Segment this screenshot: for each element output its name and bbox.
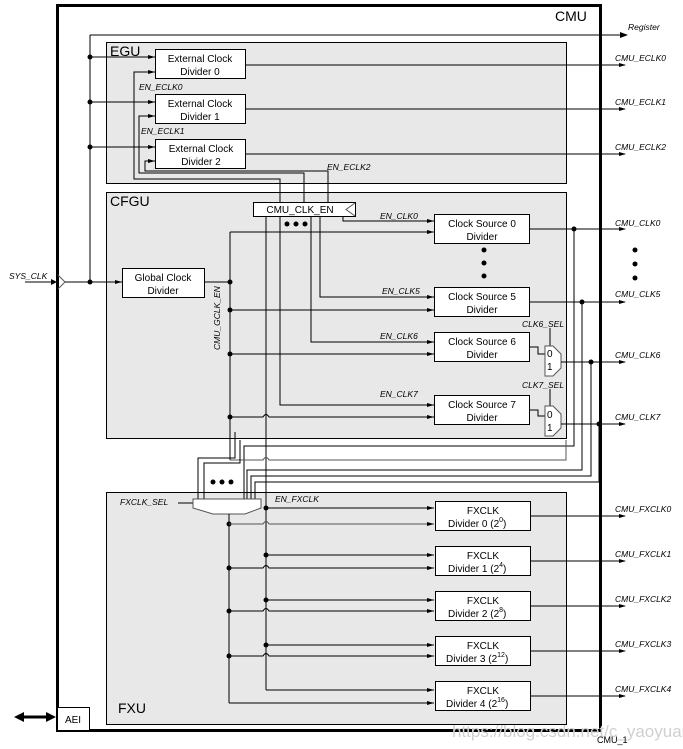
cfgu-label: CFGU — [110, 193, 150, 209]
en-clk0-label: EN_CLK0 — [380, 211, 418, 221]
svg-text:Clock Source 6: Clock Source 6 — [448, 337, 516, 348]
svg-text:Clock Source 5: Clock Source 5 — [448, 292, 516, 303]
svg-text:FXCLK: FXCLK — [467, 686, 500, 697]
en-clk7-label: EN_CLK7 — [380, 389, 418, 399]
svg-text:External Clock: External Clock — [168, 54, 233, 65]
svg-text:Divider: Divider — [466, 232, 498, 243]
svg-text:Divider 2 (28): Divider 2 (28) — [448, 607, 506, 620]
fxclk-divider-4: FXCLK Divider 4 (216) — [435, 681, 531, 711]
svg-text:External Clock: External Clock — [169, 144, 234, 155]
cmu-clk5-label: CMU_CLK5 — [615, 289, 661, 299]
svg-text:FXCLK: FXCLK — [467, 551, 500, 562]
svg-text:FXCLK: FXCLK — [467, 596, 500, 607]
watermark: https://blog.csdn.net/c_yaoyuan — [452, 722, 683, 741]
cmu-gclk-en-label: CMU_GCLK_EN — [212, 285, 222, 350]
fxclk-divider-2: FXCLK Divider 2 (28) — [435, 591, 531, 621]
svg-text:FXCLK: FXCLK — [467, 641, 500, 652]
cmu-clk7-label: CMU_CLK7 — [615, 412, 661, 422]
fxu-label: FXU — [118, 700, 146, 716]
svg-text:Divider 0 (20): Divider 0 (20) — [448, 517, 506, 530]
register-label: Register — [628, 22, 661, 32]
egu-divider-0: External Clock Divider 0 — [155, 49, 246, 79]
cmu-fxclk2-label: CMU_FXCLK2 — [615, 594, 671, 604]
svg-text:Clock Source 7: Clock Source 7 — [448, 400, 516, 411]
svg-text:Divider 2: Divider 2 — [181, 157, 221, 168]
clock-source-5-divider: Clock Source 5 Divider — [434, 287, 530, 317]
clock-source-6-divider: Clock Source 6 Divider — [434, 332, 530, 362]
cmu-eclk1-label: CMU_ECLK1 — [615, 97, 666, 107]
cmu-clk6-label: CMU_CLK6 — [615, 350, 661, 360]
cmu-clk-en-block: CMU_CLK_EN — [253, 202, 356, 217]
fxclk-divider-1: FXCLK Divider 1 (24) — [435, 546, 531, 576]
egu-divider-1: External Clock Divider 1 — [155, 94, 246, 124]
en-eclk2-label: EN_ECLK2 — [327, 162, 371, 172]
sys-clk-label: SYS_CLK — [9, 271, 48, 281]
svg-text:Divider: Divider — [466, 350, 498, 361]
clk7-sel-label: CLK7_SEL — [522, 380, 564, 390]
aei-block: AEI — [57, 707, 90, 731]
clock-source-7-divider: Clock Source 7 Divider — [434, 395, 530, 425]
svg-text:Clock Source 0: Clock Source 0 — [448, 219, 516, 230]
cmu-fxclk3-label: CMU_FXCLK3 — [615, 639, 671, 649]
svg-text:1: 1 — [547, 362, 553, 373]
cmu-fxclk4-label: CMU_FXCLK4 — [615, 684, 671, 694]
cmu-fxclk0-label: CMU_FXCLK0 — [615, 504, 671, 514]
svg-text:AEI: AEI — [65, 715, 81, 726]
cmu-eclk2-label: CMU_ECLK2 — [615, 142, 666, 152]
figure-id: CMU_1 — [597, 735, 628, 745]
svg-text:Divider: Divider — [466, 413, 498, 424]
svg-text:External Clock: External Clock — [168, 99, 233, 110]
svg-text:Global Clock: Global Clock — [135, 273, 193, 284]
egu-divider-2: External Clock Divider 2 — [155, 139, 246, 169]
cmu-eclk0-label: CMU_ECLK0 — [615, 53, 666, 63]
clk6-sel-label: CLK6_SEL — [522, 319, 564, 329]
svg-text:Divider: Divider — [466, 305, 498, 316]
clock-source-0-divider: Clock Source 0 Divider — [434, 214, 530, 244]
svg-text:Divider 0: Divider 0 — [180, 67, 220, 78]
cmu-title: CMU — [555, 8, 587, 24]
cmu-clk0-label: CMU_CLK0 — [615, 218, 661, 228]
svg-text:Divider: Divider — [147, 286, 179, 297]
en-eclk1-label: EN_ECLK1 — [141, 126, 185, 136]
svg-text:0: 0 — [547, 349, 553, 360]
svg-text:CMU_CLK_EN: CMU_CLK_EN — [266, 205, 333, 216]
fxclk-divider-3: FXCLK Divider 3 (212) — [435, 636, 531, 666]
en-clk6-label: EN_CLK6 — [380, 331, 418, 341]
svg-text:Divider 1: Divider 1 — [180, 112, 220, 123]
fxclk-sel-label: FXCLK_SEL — [120, 497, 168, 507]
cmu-block-diagram: CMU Register EGU CFGU FXU SYS_CLK Extern… — [9, 4, 683, 745]
en-fxclk-label: EN_FXCLK — [275, 494, 319, 504]
bidirectional-arrow-icon — [14, 712, 56, 722]
en-eclk0-label: EN_ECLK0 — [139, 82, 183, 92]
svg-text:FXCLK: FXCLK — [467, 506, 500, 517]
cmu-fxclk1-label: CMU_FXCLK1 — [615, 549, 671, 559]
global-clock-divider: Global Clock Divider — [122, 268, 205, 298]
svg-text:Divider 1 (24): Divider 1 (24) — [448, 562, 506, 575]
svg-text:1: 1 — [547, 423, 553, 434]
en-clk5-label: EN_CLK5 — [382, 286, 420, 296]
fxclk-divider-0: FXCLK Divider 0 (20) — [435, 501, 531, 531]
svg-text:0: 0 — [547, 410, 553, 421]
